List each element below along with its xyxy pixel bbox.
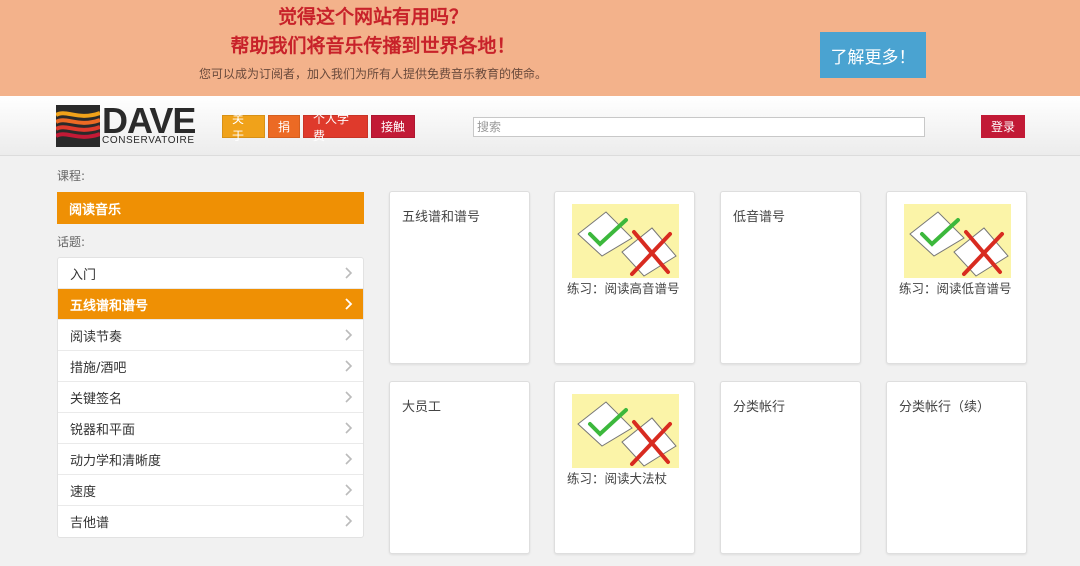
exercise-card[interactable]: 练习：阅读大法杖 (554, 381, 695, 554)
chevron-right-icon (345, 484, 353, 496)
check-cross-exercise-icon (572, 394, 679, 468)
lesson-card[interactable]: 大员工 (389, 381, 530, 554)
topic-item[interactable]: 锐器和平面 (58, 413, 363, 444)
topic-item-active[interactable]: 五线谱和谱号 (58, 289, 363, 320)
topic-item[interactable]: 入门 (58, 258, 363, 289)
banner-title-line1: 觉得这个网站有用吗？ (277, 6, 468, 28)
chevron-right-icon (345, 515, 353, 527)
chevron-right-icon (345, 453, 353, 465)
topic-item[interactable]: 动力学和清晰度 (58, 444, 363, 475)
check-cross-exercise-icon (904, 204, 1011, 278)
lesson-card[interactable]: 分类帐行 (720, 381, 861, 554)
lesson-card-title: 分类帐行 (733, 400, 786, 415)
main-nav: 关于 捐 个人学费 接触 (222, 112, 415, 143)
exercise-card-caption: 练习：阅读大法杖 (567, 471, 668, 486)
chevron-right-icon (345, 391, 353, 403)
topic-label: 锐器和平面 (70, 422, 136, 438)
topic-item[interactable]: 阅读节奏 (58, 320, 363, 351)
exercise-card-caption: 练习：阅读低音谱号 (899, 281, 1012, 296)
logo-subtext: CONSERVATOIRE (102, 135, 195, 146)
nav-contact-button[interactable]: 接触 (371, 115, 415, 138)
banner-title-line2: 帮助我们将音乐传播到世界各地！ (230, 35, 516, 57)
topics-section-label: 话题: (57, 235, 86, 249)
course-item-reading-music[interactable]: 阅读音乐 (57, 192, 364, 224)
topic-label: 五线谱和谱号 (70, 298, 149, 314)
exercise-card[interactable]: 练习：阅读高音谱号 (554, 191, 695, 364)
search-input[interactable] (473, 117, 925, 137)
topic-item[interactable]: 关键签名 (58, 382, 363, 413)
lesson-card[interactable]: 分类帐行（续） (886, 381, 1027, 554)
banner-subtitle: 您可以成为订阅者，加入我们为所有人提供免费音乐教育的使命。 (198, 67, 547, 81)
topic-label: 阅读节奏 (70, 329, 123, 345)
site-header: DAVE CONSERVATOIRE 关于 捐 个人学费 接触 登录 (0, 96, 1080, 156)
lesson-card[interactable]: 五线谱和谱号 (389, 191, 530, 364)
nav-about-button[interactable]: 关于 (222, 112, 265, 143)
chevron-right-icon (345, 298, 353, 310)
site-logo[interactable]: DAVE CONSERVATOIRE (56, 102, 208, 147)
exercise-card-caption: 练习：阅读高音谱号 (567, 281, 680, 296)
login-button[interactable]: 登录 (981, 115, 1025, 138)
topic-label: 吉他谱 (70, 516, 110, 531)
logo-waves-icon (56, 105, 100, 147)
topic-label: 速度 (70, 484, 97, 500)
lesson-card-title: 五线谱和谱号 (402, 210, 481, 225)
lesson-card-title: 大员工 (402, 400, 442, 415)
nav-donate-button[interactable]: 捐 (268, 115, 300, 138)
chevron-right-icon (345, 360, 353, 372)
nav-tuition-button[interactable]: 个人学费 (303, 112, 368, 143)
topic-item[interactable]: 吉他谱 (58, 506, 363, 537)
course-section-label: 课程: (57, 169, 86, 183)
topic-label: 措施/酒吧 (70, 360, 127, 376)
chevron-right-icon (345, 329, 353, 341)
exercise-card[interactable]: 练习：阅读低音谱号 (886, 191, 1027, 364)
topic-label: 关键签名 (70, 391, 123, 407)
lesson-card[interactable]: 低音谱号 (720, 191, 861, 364)
lesson-card-title: 分类帐行（续） (899, 400, 991, 415)
chevron-right-icon (345, 422, 353, 434)
topic-label: 动力学和清晰度 (70, 453, 162, 469)
topic-item[interactable]: 措施/酒吧 (58, 351, 363, 382)
chevron-right-icon (345, 267, 353, 279)
donation-banner: 觉得这个网站有用吗？ 帮助我们将音乐传播到世界各地！ 您可以成为订阅者，加入我们… (0, 0, 1080, 96)
check-cross-exercise-icon (572, 204, 679, 278)
topic-item[interactable]: 速度 (58, 475, 363, 506)
topics-list: 入门 五线谱和谱号 阅读节奏 措施/酒吧 关键签名 锐器和平面 动力学和清晰度 … (57, 257, 364, 538)
topic-label: 入门 (70, 267, 97, 283)
learn-more-button[interactable]: 了解更多！ (820, 32, 926, 78)
lesson-card-title: 低音谱号 (733, 210, 786, 225)
